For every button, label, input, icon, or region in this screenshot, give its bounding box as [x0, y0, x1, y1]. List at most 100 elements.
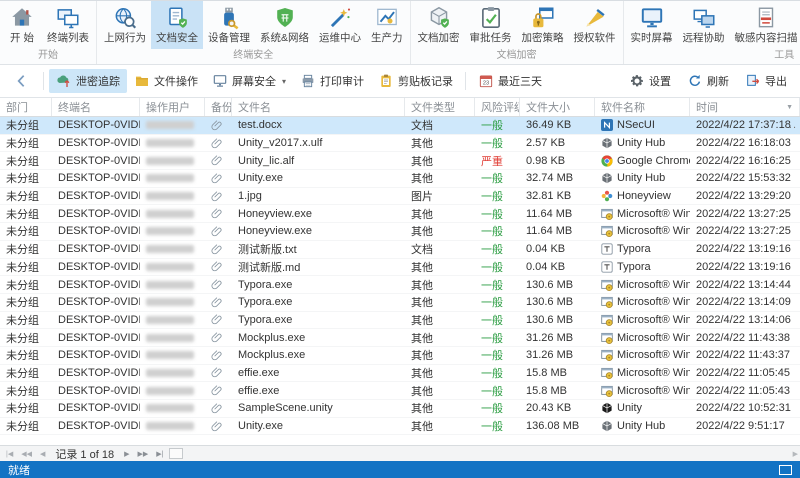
toolbar-button-leak-trace[interactable]: 泄密追踪 — [49, 69, 127, 93]
cell-time: 2022/4/22 9:51:17 — [690, 418, 800, 435]
column-header-file[interactable]: 文件名 — [232, 98, 405, 116]
pager-edit-box[interactable] — [169, 448, 184, 459]
paperclip-icon — [211, 384, 224, 397]
table-row[interactable]: 未分组 DESKTOP-0VIDMDJ Unity_v2017.x.ulf 其他 一般 2… — [0, 135, 800, 153]
ribbon-item-doc-security[interactable]: 文档安全 — [151, 1, 203, 49]
table-row[interactable]: 未分组 DESKTOP-0VIDMDJ test.docx 文档 一般 36.49 KB N… — [0, 117, 800, 135]
cell-operator — [140, 259, 205, 276]
ribbon-item-productivity[interactable]: 生产力 — [366, 1, 408, 49]
toolbar-right-group: 设置 刷新 导出 — [622, 69, 794, 93]
operator-name-redacted — [146, 139, 194, 148]
ribbon-item-system-network[interactable]: 系统&网络 — [255, 1, 314, 49]
table-row[interactable]: 未分组 DESKTOP-0VIDMDJ Honeyview.exe 其他 一般 11.64… — [0, 205, 800, 224]
ribbon-item-realtime-screen[interactable]: 实时屏幕 — [626, 1, 678, 49]
table-row[interactable]: 未分组 DESKTOP-0VIDMDJ 测试新版.txt 文档 一般 0.04 KB Typ… — [0, 241, 800, 259]
toolbar-button-export[interactable]: 导出 — [738, 69, 794, 93]
paperclip-icon — [211, 172, 224, 185]
column-header-app[interactable]: 软件名称 — [595, 98, 690, 116]
table-row[interactable]: 未分组 DESKTOP-0VIDMDJ Mockplus.exe 其他 一般 31.26 … — [0, 347, 800, 365]
first-page-icon[interactable]: |◀ — [4, 450, 15, 458]
column-header-time[interactable]: 时间 ▼ — [690, 98, 800, 116]
fast-prev-page-icon[interactable]: ◀◀ — [19, 450, 34, 458]
msi-app-icon — [601, 332, 613, 344]
file-ops-icon — [134, 73, 150, 89]
hscroll-right-icon[interactable]: ▶ — [793, 450, 798, 458]
column-header-terminal[interactable]: 终端名 — [52, 98, 140, 116]
last-page-icon[interactable]: ▶| — [154, 450, 165, 458]
table-row[interactable]: 未分组 DESKTOP-0VIDMDJ effie.exe 其他 一般 15.8 MB Mi… — [0, 365, 800, 383]
column-header-type[interactable]: 文件类型 — [405, 98, 475, 116]
terminal-list-icon — [55, 5, 81, 31]
cell-backup — [205, 312, 232, 329]
toolbar-button-refresh[interactable]: 刷新 — [680, 69, 736, 93]
table-row[interactable]: 未分组 DESKTOP-0VIDMDJ Honeyview.exe 其他 一般 11.64… — [0, 223, 800, 241]
msi-app-icon — [601, 279, 613, 291]
department-value: 未分组 — [6, 403, 39, 416]
operator-name-redacted — [146, 245, 194, 254]
cell-time: 2022/4/22 13:19:16 — [690, 241, 800, 258]
table-row[interactable]: 未分组 DESKTOP-0VIDMDJ Typora.exe 其他 一般 130.6 MB… — [0, 276, 800, 294]
software-name-value: Microsoft® Windows® Oper... — [617, 225, 690, 238]
paperclip-icon — [211, 366, 224, 379]
toolbar-button-screen-security[interactable]: 屏幕安全 ▾ — [205, 69, 293, 93]
cell-operator — [140, 170, 205, 187]
svg-text:23: 23 — [483, 81, 489, 87]
toolbar-button-calendar[interactable]: 23 最近三天 — [471, 69, 549, 93]
sensitive-scan-icon — [753, 5, 779, 31]
table-row[interactable]: 未分组 DESKTOP-0VIDMDJ SampleScene.unity 其他 一般 2… — [0, 400, 800, 418]
paperclip-icon — [211, 313, 224, 326]
column-header-dept[interactable]: 部门 — [0, 98, 52, 116]
file-size-value: 130.6 MB — [526, 313, 574, 326]
table-row[interactable]: 未分组 DESKTOP-0VIDMDJ Typora.exe 其他 一般 130.6 MB… — [0, 294, 800, 312]
cell-risk: 一般 — [475, 418, 520, 435]
ribbon-item-remote-assist[interactable]: 远程协助 — [678, 1, 730, 49]
fast-next-page-icon[interactable]: ▶▶ — [135, 450, 150, 458]
toolbar-button-file-ops[interactable]: 文件操作 — [127, 69, 205, 93]
toolbar-button-label: 文件操作 — [154, 76, 198, 88]
column-header-operator[interactable]: 操作用户 — [140, 98, 205, 116]
cell-time: 2022/4/22 13:29:20 — [690, 188, 800, 205]
risk-level-badge: 一般 — [481, 350, 503, 363]
cell-risk: 一般 — [475, 347, 520, 364]
toolbar-button-clipboard-record[interactable]: 剪贴板记录 — [371, 69, 460, 93]
cell-dept: 未分组 — [0, 418, 52, 435]
toolbar-button-print-audit[interactable]: 打印审计 — [293, 69, 371, 93]
ribbon-item-doc-encrypt[interactable]: 文档加密 — [413, 1, 465, 49]
column-header-risk[interactable]: 风险评级 — [475, 98, 520, 116]
prev-page-icon[interactable]: ◀ — [38, 450, 47, 458]
table-row[interactable]: 未分组 DESKTOP-0VIDMDJ Unity.exe 其他 一般 32.74 MB U… — [0, 170, 800, 188]
ribbon-item-approval-task[interactable]: 审批任务 — [465, 1, 517, 49]
file-size-value: 32.81 KB — [526, 190, 572, 203]
table-row[interactable]: 未分组 DESKTOP-0VIDMDJ Mockplus.exe 其他 一般 31.26 … — [0, 329, 800, 347]
cell-time: 2022/4/22 11:05:43 — [690, 382, 800, 399]
software-name-value: Unity Hub — [617, 137, 666, 150]
cell-app: Unity Hub — [595, 170, 690, 187]
cell-size: 11.64 MB — [520, 223, 595, 240]
ribbon-item-encrypt-policy[interactable]: 加密策略 — [517, 1, 569, 49]
toolbar-button-gear-small[interactable]: 设置 — [622, 69, 678, 93]
ribbon-item-web-behavior[interactable]: 上网行为 — [99, 1, 151, 49]
ribbon-item-sensitive-scan[interactable]: 敏感内容扫描 — [730, 1, 800, 49]
back-button[interactable] — [6, 70, 38, 92]
cell-time: 2022/4/22 11:43:37 — [690, 347, 800, 364]
table-row[interactable]: 未分组 DESKTOP-0VIDMDJ effie.exe 其他 一般 15.8 MB Mi… — [0, 382, 800, 400]
next-page-icon[interactable]: ▶ — [122, 450, 131, 458]
ribbon-item-home[interactable]: 开 始 — [2, 1, 42, 49]
table-row[interactable]: 未分组 DESKTOP-0VIDMDJ Unity_lic.alf 其他 严重 0.98 … — [0, 152, 800, 171]
column-header-size[interactable]: 文件大小 — [520, 98, 595, 116]
cell-backup — [205, 382, 232, 399]
ribbon-item-ops-center[interactable]: 运维中心 — [314, 1, 366, 49]
ribbon-item-terminal-list[interactable]: 终端列表 — [42, 1, 94, 49]
terminal-name-value: DESKTOP-0VIDMDJ — [58, 366, 140, 379]
paperclip-icon — [211, 420, 224, 433]
ribbon-item-auth-software[interactable]: 授权软件 — [569, 1, 621, 49]
file-size-value: 136.08 MB — [526, 420, 580, 433]
row-more-actions-icon[interactable]: ... — [785, 119, 797, 131]
ribbon-item-device-mgmt[interactable]: 设备管理 — [203, 1, 255, 49]
cell-terminal: DESKTOP-0VIDMDJ — [52, 170, 140, 187]
table-row[interactable]: 未分组 DESKTOP-0VIDMDJ 测试新版.md 其他 一般 0.04 KB Typo… — [0, 259, 800, 277]
column-header-backup[interactable]: 备份 — [205, 98, 232, 116]
table-row[interactable]: 未分组 DESKTOP-0VIDMDJ Unity.exe 其他 一般 136.08 MB… — [0, 418, 800, 436]
table-row[interactable]: 未分组 DESKTOP-0VIDMDJ 1.jpg 图片 一般 32.81 KB Honey… — [0, 188, 800, 206]
table-row[interactable]: 未分组 DESKTOP-0VIDMDJ Typora.exe 其他 一般 130.6 MB… — [0, 312, 800, 330]
